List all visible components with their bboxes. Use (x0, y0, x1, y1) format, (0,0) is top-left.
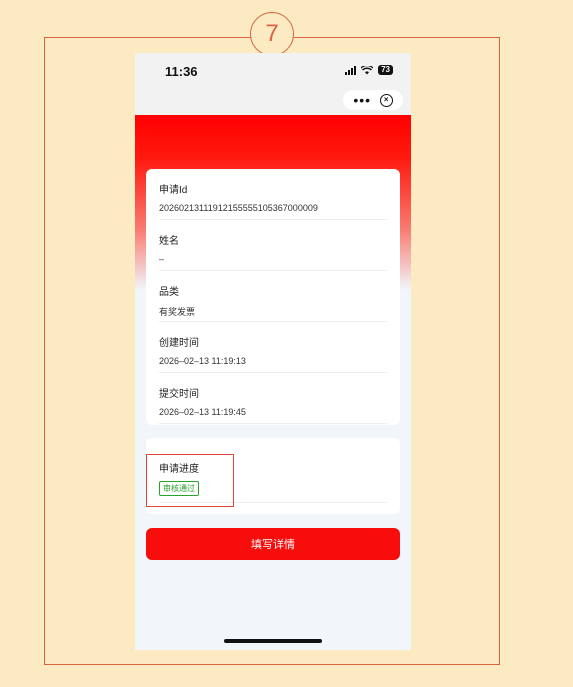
close-circle-icon[interactable]: × (379, 93, 393, 107)
status-bar: 11:36 73 (135, 53, 411, 89)
field-value: 2026–02–13 11:19:13 (159, 356, 246, 366)
application-info-card: 申请Id 20260213111912155555105367000009 姓名… (146, 169, 400, 425)
nav-bar: ••• × (135, 89, 411, 115)
wifi-icon (361, 65, 374, 74)
field-application-id: 申请Id 20260213111912155555105367000009 (159, 181, 387, 220)
signal-icon (345, 65, 357, 75)
field-submitted-time: 提交时间 2026–02–13 11:19:45 (159, 385, 387, 424)
home-indicator[interactable] (224, 639, 322, 643)
phone-screen: 11:36 73 ••• × 申请Id 20260213111912155555… (135, 53, 411, 650)
step-number-badge: 7 (250, 12, 294, 56)
field-value: – (159, 254, 165, 264)
battery-icon: 73 (378, 65, 393, 75)
field-label: 提交时间 (159, 389, 199, 400)
field-value: 2026–02–13 11:19:45 (159, 407, 246, 417)
more-dots-icon[interactable]: ••• (353, 93, 371, 107)
field-label: 申请Id (159, 185, 188, 196)
status-time: 11:36 (165, 64, 198, 79)
progress-highlight-box (146, 454, 234, 507)
field-category: 品类 有奖发票 (159, 283, 387, 322)
field-label: 创建时间 (159, 338, 199, 349)
fill-details-button[interactable]: 填写详情 (146, 528, 400, 560)
field-value: 有奖发票 (159, 307, 196, 317)
field-label: 品类 (159, 287, 179, 298)
field-name: 姓名 – (159, 232, 387, 271)
field-created-time: 创建时间 2026–02–13 11:19:13 (159, 334, 387, 373)
mini-program-capsule: ••• × (343, 90, 403, 110)
field-label: 姓名 (159, 236, 179, 247)
status-icons: 73 (345, 65, 393, 75)
field-value: 20260213111912155555105367000009 (159, 203, 318, 213)
